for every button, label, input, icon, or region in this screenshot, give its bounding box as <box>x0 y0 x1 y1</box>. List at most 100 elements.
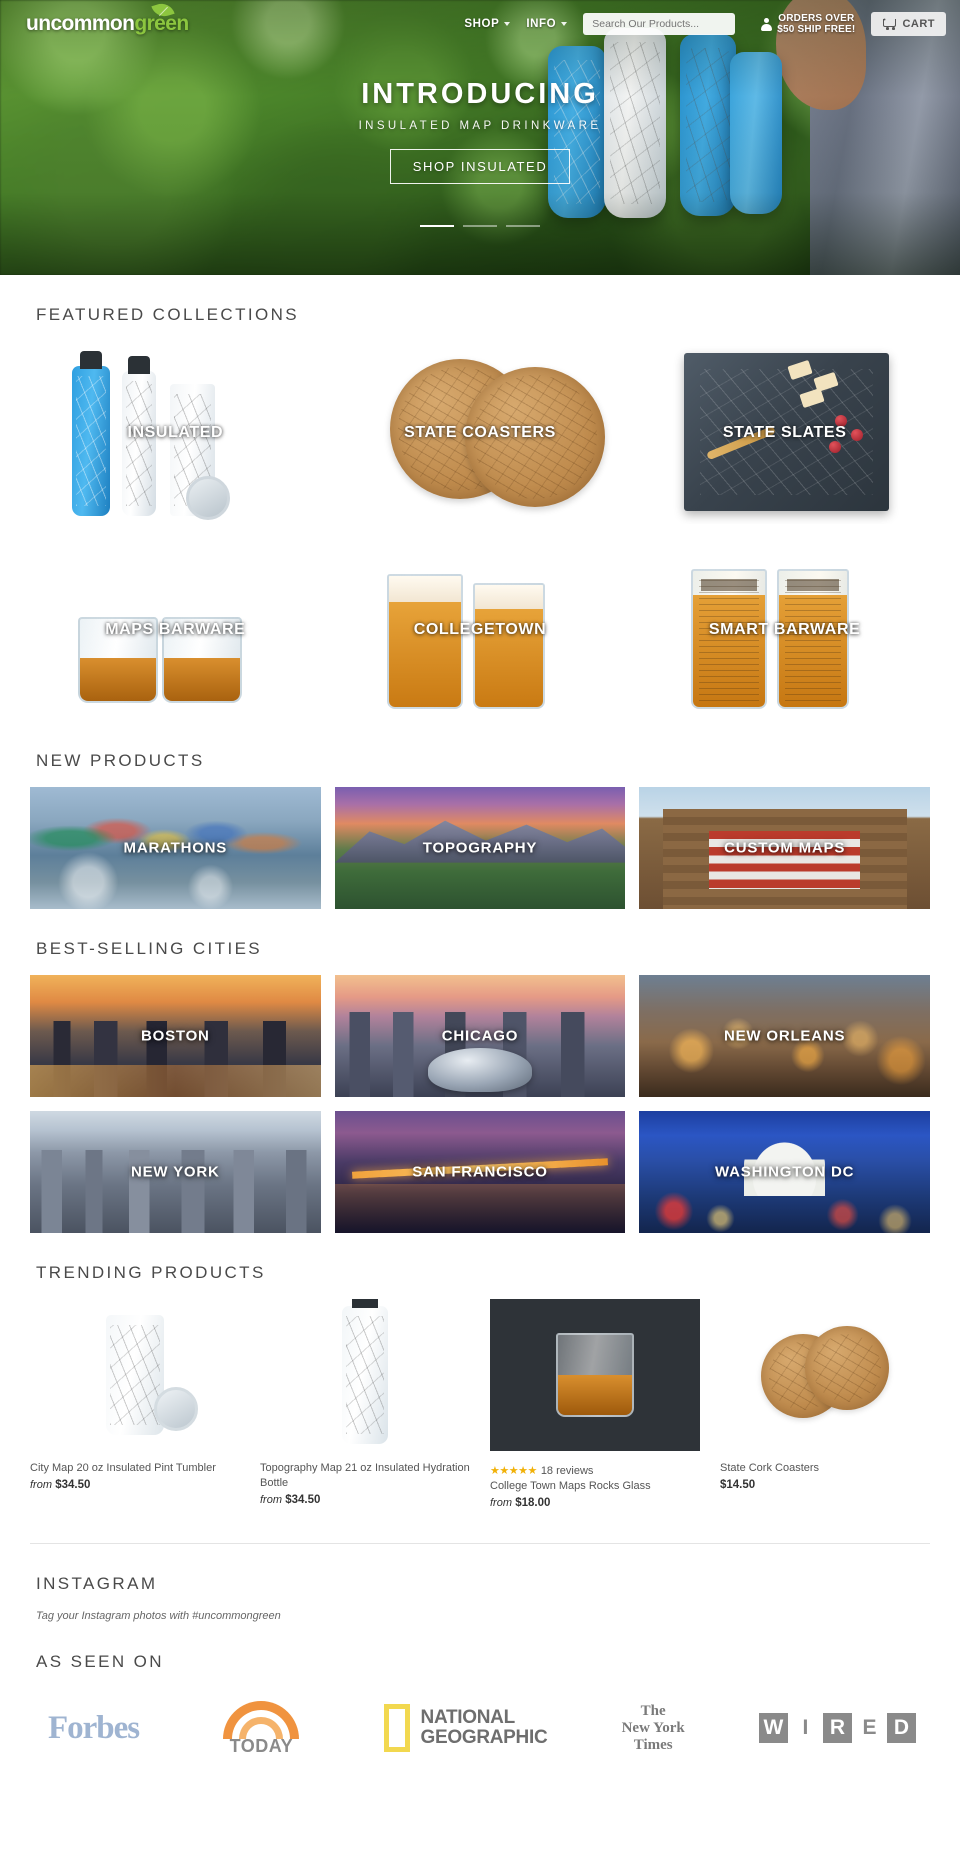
new-product-tile-topography[interactable]: TOPOGRAPHY <box>334 787 626 909</box>
shipping-line-2: $50 SHIP FREE! <box>777 24 856 35</box>
chevron-down-icon <box>561 22 568 26</box>
new-product-tile-custom-maps[interactable]: CUSTOM MAPS <box>639 787 930 909</box>
price-value: $14.50 <box>720 1479 756 1491</box>
person-icon <box>761 17 773 31</box>
city-tile-san-francisco[interactable]: SAN FRANCISCO <box>334 1111 626 1233</box>
product-price: from $34.50 <box>30 1479 240 1491</box>
product-image <box>490 1299 700 1451</box>
chevron-down-icon <box>504 22 511 26</box>
cart-label: CART <box>902 18 935 30</box>
main-navigation: SHOP INFO ORDERS OVER $50 SHIP FREE! <box>464 12 960 36</box>
slider-dot-3[interactable] <box>506 225 540 227</box>
price-value: $34.50 <box>285 1494 321 1506</box>
wired-letter-e: E <box>862 1716 877 1739</box>
product-card-state-cork-coasters[interactable]: State Cork Coasters $14.50 <box>720 1299 930 1509</box>
press-logo-wired[interactable]: W I R E D <box>758 1698 916 1758</box>
featured-collections-grid: INSULATED STATE COASTERS STATE SLATES MA… <box>30 341 930 721</box>
tile-label: TOPOGRAPHY <box>422 839 538 857</box>
collection-label: SMART BARWARE <box>708 620 861 638</box>
nav-item-shop-label: SHOP <box>464 18 500 30</box>
tile-label: MARATHONS <box>123 839 228 857</box>
footer-spacer <box>30 1758 930 1806</box>
product-rating: ★★★★★ 18 reviews <box>490 1461 700 1479</box>
wired-letter-w: W <box>758 1713 788 1743</box>
slider-dot-2[interactable] <box>463 225 497 227</box>
product-price: from $34.50 <box>260 1494 470 1506</box>
nav-item-info[interactable]: INFO <box>526 18 568 30</box>
free-shipping-notice[interactable]: ORDERS OVER $50 SHIP FREE! <box>761 13 855 35</box>
new-product-tile-marathons[interactable]: MARATHONS <box>30 787 321 909</box>
tile-label: NEW YORK <box>131 1163 220 1181</box>
collection-label: MAPS BARWARE <box>105 620 246 638</box>
collection-tile-smart-barware[interactable]: SMART BARWARE <box>639 538 930 721</box>
product-price: $14.50 <box>720 1479 930 1491</box>
press-logo-new-york-times[interactable]: The New York Times <box>622 1698 685 1758</box>
tile-label: CUSTOM MAPS <box>724 839 846 857</box>
product-image <box>30 1299 240 1451</box>
nyt-line-2: New York <box>621 1719 685 1736</box>
product-name: Topography Map 21 oz Insulated Hydration… <box>260 1462 470 1489</box>
tile-label: NEW ORLEANS <box>724 1027 846 1045</box>
city-tile-chicago[interactable]: CHICAGO <box>334 975 626 1097</box>
price-value: $34.50 <box>55 1479 91 1491</box>
homepage: uncommongreen SHOP INFO ORDERS OVER <box>0 0 960 1806</box>
product-image <box>260 1299 470 1451</box>
product-price: from $18.00 <box>490 1497 700 1509</box>
today-logo-text: TODAY <box>229 1736 294 1756</box>
new-products-grid: MARATHONS TOPOGRAPHY CUSTOM MAPS <box>30 787 930 909</box>
collection-tile-maps-barware[interactable]: MAPS BARWARE <box>30 538 321 721</box>
site-header: uncommongreen SHOP INFO ORDERS OVER <box>0 0 960 48</box>
product-card-city-map-tumbler[interactable]: City Map 20 oz Insulated Pint Tumbler fr… <box>30 1299 240 1509</box>
tile-label: SAN FRANCISCO <box>412 1163 548 1181</box>
press-logos-row: Forbes TODAY NATIONAL GEOGRAPHIC The New… <box>30 1698 930 1758</box>
trending-products-grid: City Map 20 oz Insulated Pint Tumbler fr… <box>30 1299 930 1509</box>
price-prefix: from <box>30 1479 52 1491</box>
cart-button[interactable]: CART <box>871 12 946 36</box>
shipping-line-1: ORDERS OVER <box>778 13 855 24</box>
nyt-line-3: Times <box>633 1736 673 1753</box>
product-name: College Town Maps Rocks Glass <box>490 1480 651 1492</box>
forbes-logo-text: Forbes <box>48 1709 140 1746</box>
star-rating-icon: ★★★★★ <box>490 1465 537 1477</box>
section-title-featured-collections: FEATURED COLLECTIONS <box>36 305 300 324</box>
collection-tile-collegetown[interactable]: COLLEGETOWN <box>334 538 626 721</box>
logo-text-primary: uncommon <box>26 12 135 35</box>
section-title-trending-products: TRENDING PRODUCTS <box>36 1263 266 1282</box>
wired-letter-i: I <box>802 1716 809 1739</box>
hero-title: INTRODUCING <box>361 78 599 110</box>
shopping-cart-icon <box>882 18 897 30</box>
city-tile-new-orleans[interactable]: NEW ORLEANS <box>639 975 930 1097</box>
nav-item-shop[interactable]: SHOP <box>464 18 511 30</box>
tile-label: WASHINGTON DC <box>715 1163 855 1181</box>
site-logo[interactable]: uncommongreen <box>26 0 189 36</box>
natgeo-line-1: NATIONAL <box>420 1707 516 1728</box>
nav-item-info-label: INFO <box>526 18 557 30</box>
city-tile-boston[interactable]: BOSTON <box>30 975 321 1097</box>
collection-label: INSULATED <box>127 423 224 441</box>
tile-label: CHICAGO <box>441 1027 519 1045</box>
press-logo-forbes[interactable]: Forbes <box>48 1698 140 1758</box>
product-name: State Cork Coasters <box>720 1462 820 1474</box>
hero-banner: uncommongreen SHOP INFO ORDERS OVER <box>0 0 960 275</box>
product-card-college-town-rocks-glass[interactable]: ★★★★★ 18 reviews College Town Maps Rocks … <box>490 1299 700 1509</box>
section-title-instagram: INSTAGRAM <box>36 1574 158 1593</box>
press-logo-today[interactable]: TODAY <box>213 1698 309 1758</box>
collection-tile-insulated[interactable]: INSULATED <box>30 341 321 524</box>
collection-tile-state-slates[interactable]: STATE SLATES <box>639 341 930 524</box>
review-count: 18 reviews <box>540 1465 594 1477</box>
product-card-topography-hydration-bottle[interactable]: Topography Map 21 oz Insulated Hydration… <box>260 1299 470 1509</box>
search-input[interactable] <box>583 13 736 35</box>
instagram-note: Tag your Instagram photos with #uncommon… <box>36 1610 281 1622</box>
collection-label: STATE COASTERS <box>404 423 556 441</box>
press-logo-national-geographic[interactable]: NATIONAL GEOGRAPHIC <box>383 1698 548 1758</box>
city-tile-washington-dc[interactable]: WASHINGTON DC <box>639 1111 930 1233</box>
section-divider <box>30 1543 930 1544</box>
section-title-new-products: NEW PRODUCTS <box>36 751 205 770</box>
slider-dot-1[interactable] <box>420 225 454 227</box>
hero-slider-indicators <box>0 225 960 227</box>
hero-cta-button[interactable]: SHOP INSULATED <box>389 149 571 184</box>
city-tile-new-york[interactable]: NEW YORK <box>30 1111 321 1233</box>
collection-tile-state-coasters[interactable]: STATE COASTERS <box>334 341 626 524</box>
product-name: City Map 20 oz Insulated Pint Tumbler <box>30 1462 216 1474</box>
wired-letter-r: R <box>822 1713 852 1743</box>
